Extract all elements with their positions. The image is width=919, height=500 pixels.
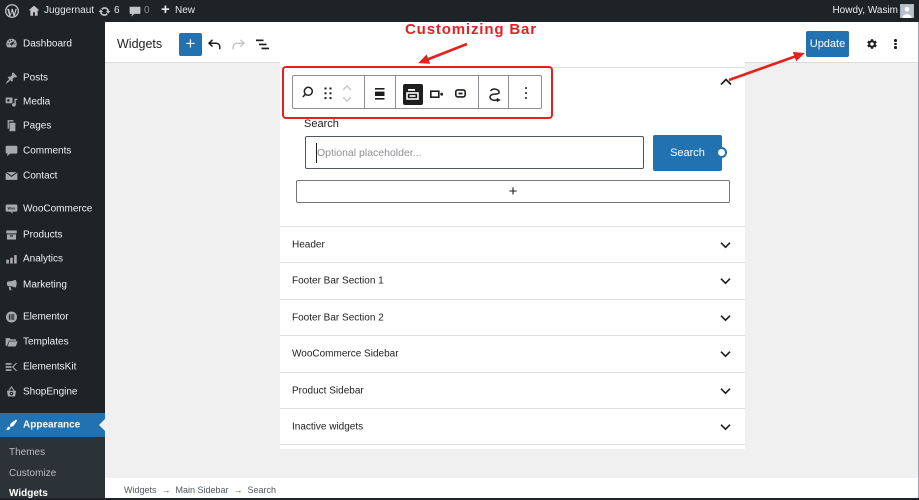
svg-text:Woo: Woo [8,206,16,210]
